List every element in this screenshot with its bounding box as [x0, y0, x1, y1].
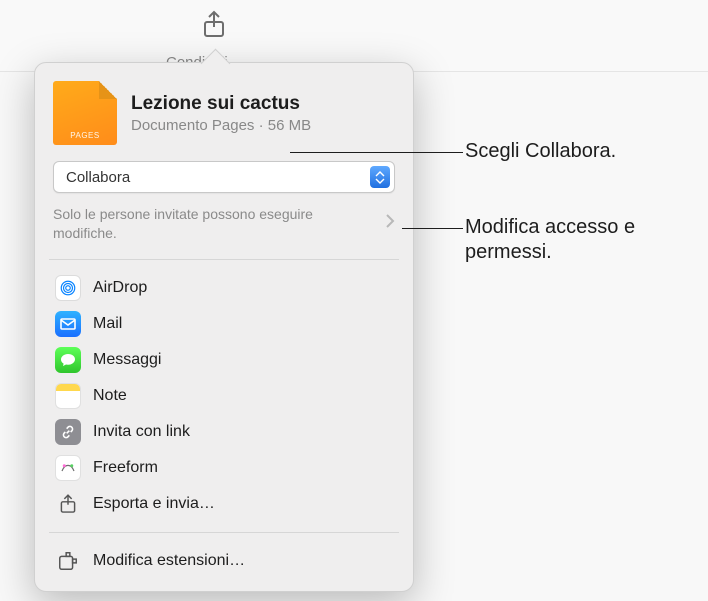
mail-icon: [55, 311, 81, 337]
share-option-label: Esporta e invia…: [93, 495, 215, 513]
edit-extensions-button[interactable]: Modifica estensioni…: [43, 543, 405, 579]
share-option-label: AirDrop: [93, 279, 147, 297]
share-icon: [201, 27, 227, 44]
share-option-mail[interactable]: Mail: [43, 306, 405, 342]
share-option-export[interactable]: Esporta e invia…: [43, 486, 405, 522]
share-mode-value: Collabora: [66, 169, 130, 186]
edit-extensions-label: Modifica estensioni…: [93, 552, 245, 570]
document-header: PAGES Lezione sui cactus Documento Pages…: [35, 63, 413, 155]
share-option-label: Mail: [93, 315, 122, 333]
share-option-label: Note: [93, 387, 127, 405]
messages-icon: [55, 347, 81, 373]
share-option-messages[interactable]: Messaggi: [43, 342, 405, 378]
share-mode-select[interactable]: Collabora: [53, 161, 395, 193]
callout-line: [402, 228, 463, 229]
airdrop-icon: [55, 275, 81, 301]
share-option-notes[interactable]: Note: [43, 378, 405, 414]
share-option-label: Messaggi: [93, 351, 161, 369]
callout-collaborate: Scegli Collabora.: [465, 139, 616, 164]
document-subtitle: Documento Pages · 56 MB: [131, 117, 311, 134]
share-option-label: Invita con link: [93, 423, 190, 441]
share-toolbar-button[interactable]: [192, 10, 236, 45]
permissions-text: Solo le persone invitate possono eseguir…: [53, 205, 363, 243]
callout-permissions: Modifica accesso e permessi.: [465, 215, 695, 265]
permissions-row[interactable]: Solo le persone invitate possono eseguir…: [35, 201, 413, 255]
document-title: Lezione sui cactus: [131, 93, 311, 115]
share-option-freeform[interactable]: Freeform: [43, 450, 405, 486]
chevron-right-icon: [385, 213, 395, 234]
share-mode-row: Collabora: [53, 161, 395, 193]
freeform-icon: [55, 455, 81, 481]
extensions-icon: [55, 548, 81, 574]
document-info: Lezione sui cactus Documento Pages · 56 …: [131, 93, 311, 134]
share-option-label: Freeform: [93, 459, 158, 477]
share-popover: PAGES Lezione sui cactus Documento Pages…: [34, 62, 414, 592]
divider: [49, 532, 399, 533]
share-options-list: AirDrop Mail Messaggi Note: [35, 264, 413, 528]
share-option-invite-link[interactable]: Invita con link: [43, 414, 405, 450]
callout-line: [290, 152, 463, 153]
share-option-airdrop[interactable]: AirDrop: [43, 270, 405, 306]
export-icon: [55, 491, 81, 517]
divider: [49, 259, 399, 260]
pages-document-icon: PAGES: [53, 81, 117, 145]
notes-icon: [55, 383, 81, 409]
updown-icon: [370, 166, 390, 188]
link-icon: [55, 419, 81, 445]
